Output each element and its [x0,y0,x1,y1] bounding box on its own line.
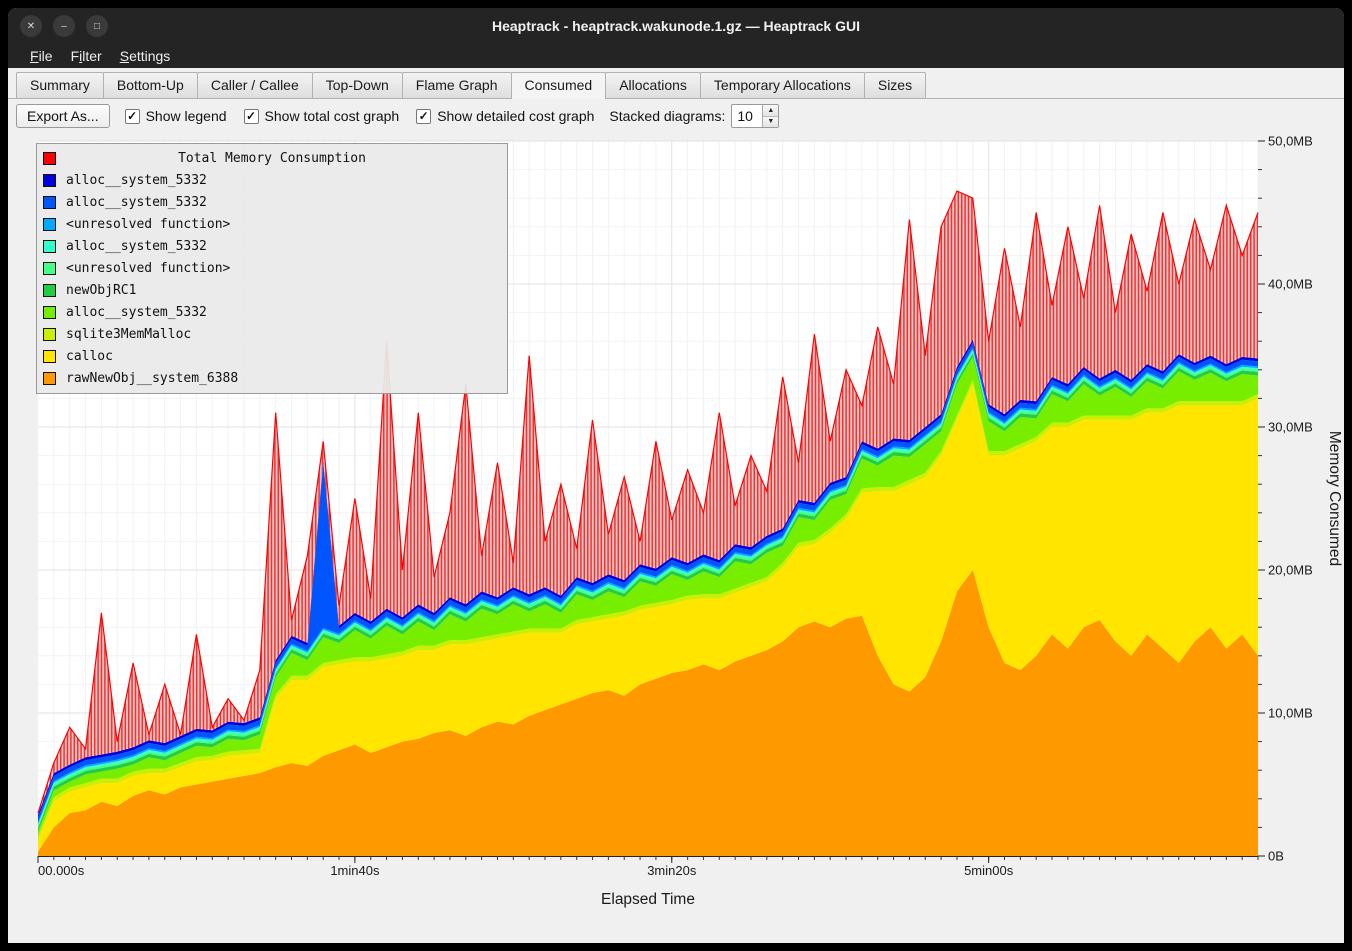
legend-item-sqlite3memmalloc-7: sqlite3MemMalloc [37,323,507,345]
stacked-diagrams-spinbox[interactable]: 10 ▲ ▼ [731,104,779,128]
legend-item-alloc-system-5332-3: alloc__system_5332 [37,235,507,257]
legend-label: alloc__system_5332 [66,305,207,320]
checkbox-icon: ✓ [244,109,259,124]
legend-swatch [43,350,56,363]
legend-item-unresolved-function-2: <unresolved function> [37,213,507,235]
legend-item-newobjrc1-5: newObjRC1 [37,279,507,301]
checkbox-icon: ✓ [125,109,140,124]
x-tick-label: 5min00s [964,863,1014,878]
menubar: FileFilterSettings [8,44,1344,68]
tab-top-down[interactable]: Top-Down [312,72,403,98]
y-tick-label: 30,0MB [1268,420,1313,435]
spinbox-buttons: ▲ ▼ [762,105,778,127]
legend-label: newObjRC1 [66,283,136,298]
minimize-button[interactable]: – [53,15,75,37]
legend-swatch [43,240,56,253]
legend-swatch-total [43,152,56,165]
legend-item-alloc-system-5332-6: alloc__system_5332 [37,301,507,323]
checkbox-show-legend[interactable]: ✓ Show legend [125,108,227,124]
legend-label: alloc__system_5332 [66,195,207,210]
minimize-icon: – [61,21,67,32]
checkbox-icon: ✓ [416,109,431,124]
legend-label: rawNewObj__system_6388 [66,371,238,386]
maximize-icon: □ [94,21,100,32]
y-tick-label: 0B [1268,849,1284,864]
spin-down-icon[interactable]: ▼ [763,116,778,128]
legend-swatch [43,284,56,297]
x-tick-label: 3min20s [647,863,697,878]
menu-filter[interactable]: Filter [62,46,111,66]
checkbox-show-total-cost-graph[interactable]: ✓ Show total cost graph [244,108,400,124]
legend-item-rawnewobj-system-6388-9: rawNewObj__system_6388 [37,367,507,389]
legend-swatch [43,262,56,275]
main-content: SummaryBottom-UpCaller / CalleeTop-DownF… [8,68,1344,943]
y-tick-label: 40,0MB [1268,277,1313,292]
legend-label: sqlite3MemMalloc [66,327,191,342]
checkbox-group: ✓ Show legend ✓ Show total cost graph ✓ Show … [125,108,595,124]
heaptrack-window: ✕ – □ Heaptrack - heaptrack.wakunode.1.gz … [8,8,1344,943]
legend-label: <unresolved function> [66,261,230,276]
window-controls: ✕ – □ [20,15,108,37]
tab-bottom-up[interactable]: Bottom-Up [103,72,198,98]
tab-flame-graph[interactable]: Flame Graph [402,72,512,98]
legend-swatch [43,218,56,231]
legend-item-unresolved-function-4: <unresolved function> [37,257,507,279]
tab-consumed[interactable]: Consumed [511,72,607,99]
legend-item-calloc-8: calloc [37,345,507,367]
stacked-diagrams-control: Stacked diagrams: 10 ▲ ▼ [609,104,779,128]
tab-bar: SummaryBottom-UpCaller / CalleeTop-DownF… [8,70,1344,99]
window-title: Heaptrack - heaptrack.wakunode.1.gz — He… [8,8,1344,44]
y-tick-label: 10,0MB [1268,706,1313,721]
checkbox-label: Show legend [146,108,227,124]
tab-sizes[interactable]: Sizes [864,72,926,98]
chart-legend: Total Memory Consumption alloc__system_53… [36,143,508,394]
legend-title-row: Total Memory Consumption [37,147,507,169]
stacked-diagrams-label: Stacked diagrams: [609,108,725,124]
legend-label: alloc__system_5332 [66,239,207,254]
legend-label: calloc [66,349,113,364]
legend-title: Total Memory Consumption [56,151,488,166]
toolbar: Export As... ✓ Show legend ✓ Show total cos… [16,102,779,130]
menu-file[interactable]: File [21,46,62,66]
menu-settings[interactable]: Settings [111,46,180,66]
x-tick-label: 00.000s [38,863,85,878]
legend-swatch [43,328,56,341]
titlebar[interactable]: ✕ – □ Heaptrack - heaptrack.wakunode.1.gz … [8,8,1344,44]
close-button[interactable]: ✕ [20,15,42,37]
legend-swatch [43,372,56,385]
legend-label: alloc__system_5332 [66,173,207,188]
export-as-button[interactable]: Export As... [16,104,110,128]
legend-item-alloc-system-5332-0: alloc__system_5332 [37,169,507,191]
legend-swatch [43,306,56,319]
legend-swatch [43,196,56,209]
tab-summary[interactable]: Summary [16,72,104,98]
spinbox-value[interactable]: 10 [732,105,762,127]
x-axis-title: Elapsed Time [601,891,695,908]
tab-temporary-allocations[interactable]: Temporary Allocations [700,72,865,98]
legend-item-alloc-system-5332-1: alloc__system_5332 [37,191,507,213]
tab-caller-callee[interactable]: Caller / Callee [197,72,313,98]
legend-label: <unresolved function> [66,217,230,232]
checkbox-label: Show detailed cost graph [437,108,594,124]
y-axis-title: Memory Consumed [1326,431,1343,566]
spin-up-icon[interactable]: ▲ [763,105,778,116]
legend-swatch [43,174,56,187]
tab-allocations[interactable]: Allocations [605,72,701,98]
x-tick-label: 1min40s [330,863,380,878]
close-icon: ✕ [27,21,35,32]
y-tick-label: 50,0MB [1268,134,1313,149]
maximize-button[interactable]: □ [86,15,108,37]
checkbox-label: Show total cost graph [265,108,400,124]
checkbox-show-detailed-cost-graph[interactable]: ✓ Show detailed cost graph [416,108,594,124]
y-tick-label: 20,0MB [1268,563,1313,578]
